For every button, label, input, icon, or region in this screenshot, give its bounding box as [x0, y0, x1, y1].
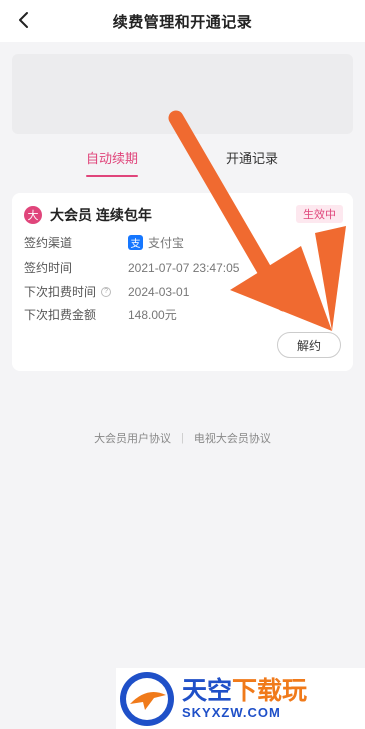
info-row-next-charge-amount: 下次扣费金额 148.00元: [24, 306, 177, 323]
active-tab-indicator: [86, 175, 138, 177]
chevron-left-icon: [19, 12, 28, 28]
card-header: 大 大会员 连续包年: [24, 205, 152, 225]
row-label: 下次扣费金额: [24, 308, 97, 322]
row-label: 下次扣费时间: [24, 285, 97, 299]
vip-user-agreement-link[interactable]: 大会员用户协议: [94, 430, 171, 446]
info-row-sign-time: 签约时间 2021-07-07 23:47:05: [24, 259, 239, 276]
row-label-wrap: 下次扣费时间 ?: [24, 283, 128, 300]
tab-auto-renew[interactable]: 自动续期: [86, 148, 138, 184]
plane-logo-icon: [120, 672, 174, 726]
site-watermark: 天空下载玩 SKYXZW.COM: [116, 668, 365, 729]
info-row-next-charge-time: 下次扣费时间 ? 2024-03-01: [24, 283, 189, 300]
row-value-channel: 支 支付宝: [128, 234, 184, 251]
tab-purchase-records-label: 开通记录: [226, 151, 279, 166]
question-info-icon[interactable]: ?: [101, 286, 112, 297]
plan-name: 大会员 连续包年: [50, 207, 152, 223]
row-label: 签约时间: [24, 261, 73, 275]
watermark-text: 天空下载玩 SKYXZW.COM: [182, 677, 307, 720]
row-value: 2021-07-07 23:47:05: [128, 260, 240, 275]
footer-links: 大会员用户协议 | 电视大会员协议: [0, 430, 365, 446]
watermark-name: 天空下载玩: [182, 677, 307, 705]
tab-bar: 自动续期 开通记录: [0, 148, 365, 184]
row-value: 2024-03-01: [128, 284, 190, 299]
status-badge: 生效中: [296, 205, 343, 223]
row-label: 签约渠道: [24, 236, 73, 250]
watermark-name-orange: 下载玩: [232, 677, 308, 705]
watermark-name-blue: 天空: [182, 677, 233, 705]
divider: |: [181, 432, 184, 444]
page-title: 续费管理和开通记录: [112, 13, 253, 31]
tab-purchase-records[interactable]: 开通记录: [226, 148, 278, 184]
subscription-card: 大 大会员 连续包年 生效中 签约渠道 支 支付宝 签约时间 2021-07-0…: [12, 193, 353, 371]
cancel-subscription-button[interactable]: 解约: [277, 332, 341, 358]
banner-placeholder: [12, 54, 353, 134]
row-value: 148.00元: [128, 308, 177, 322]
alipay-icon: 支: [128, 235, 143, 250]
app-header: 续费管理和开通记录: [0, 0, 365, 42]
back-button[interactable]: [12, 8, 36, 32]
tv-vip-agreement-link[interactable]: 电视大会员协议: [194, 430, 271, 446]
watermark-url: SKYXZW.COM: [182, 705, 281, 720]
tab-auto-renew-label: 自动续期: [86, 151, 139, 166]
vip-badge-icon: 大: [24, 206, 42, 224]
info-row-channel: 签约渠道 支 支付宝: [24, 234, 184, 251]
channel-text: 支付宝: [148, 236, 185, 250]
